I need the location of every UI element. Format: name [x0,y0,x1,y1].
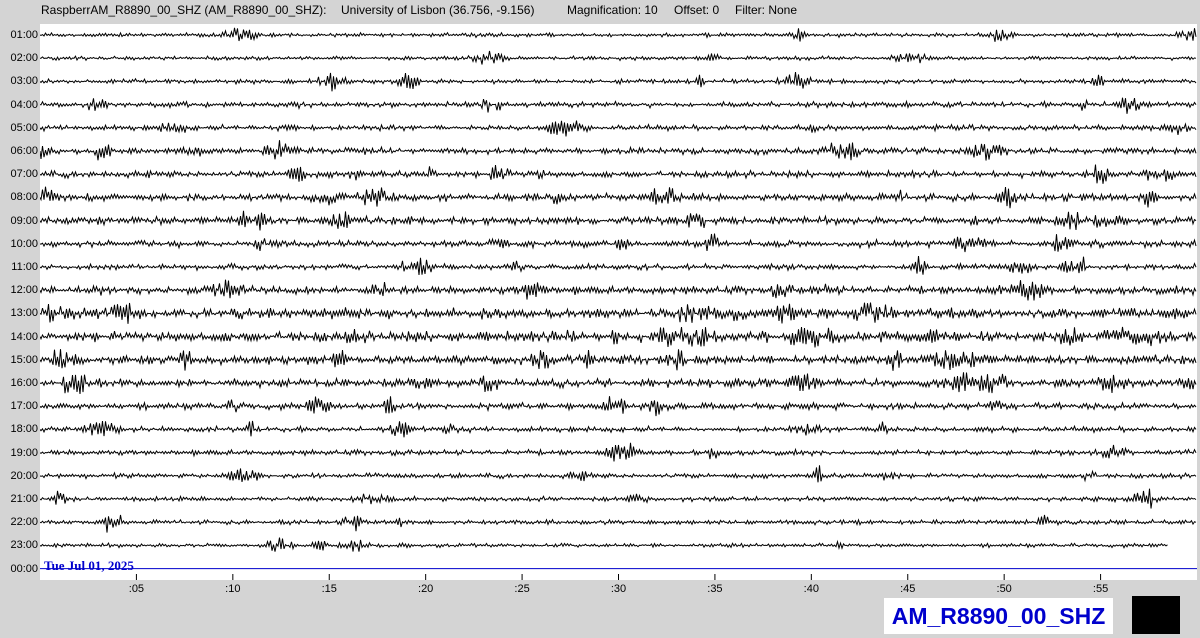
hour-label: 18:00 [10,423,38,436]
hour-label: 12:00 [10,284,38,297]
hour-label: 08:00 [10,191,38,204]
seismic-trace [40,120,1197,137]
seismic-trace [40,349,1197,371]
hour-label: 23:00 [10,539,38,552]
minute-label: :40 [803,583,819,595]
date-label: Tue Jul 01, 2025 [44,558,134,573]
minute-label: :15 [321,583,337,595]
hour-label: 01:00 [10,29,38,41]
seismic-trace [40,372,1197,395]
station-name-box: AM_R8890_00_SHZ [884,598,1113,634]
hour-label: 15:00 [10,353,38,366]
minute-label: :35 [707,583,723,595]
offset-label: Offset: 0 [674,3,720,17]
seismic-trace [40,97,1197,114]
filter-label: Filter: None [735,3,798,17]
hour-label: 21:00 [10,493,38,505]
seismic-trace [40,326,1197,348]
hour-label: 09:00 [10,214,38,227]
hour-label: 20:00 [10,469,38,482]
station-title: RaspberrAM_R8890_00_SHZ (AM_R8890_00_SHZ… [41,3,327,17]
minute-label: :30 [610,583,627,595]
scale-indicator [1132,596,1180,634]
hour-label: 03:00 [10,75,38,88]
hour-label: 10:00 [10,237,38,250]
minute-label: :55 [1092,583,1109,595]
hour-label: 17:00 [10,400,38,413]
header-bar: RaspberrAM_R8890_00_SHZ (AM_R8890_00_SHZ… [0,0,1200,20]
minute-label: :50 [996,583,1012,595]
hour-label: 07:00 [10,168,38,181]
minute-label: :05 [128,583,145,595]
hour-label: 11:00 [11,261,38,273]
hour-label: 22:00 [10,516,38,529]
seismic-trace [40,420,1197,438]
hour-label: 06:00 [10,145,38,157]
seismic-trace [40,465,1197,483]
hour-label: 16:00 [10,377,38,389]
location-label: University of Lisbon (36.756, -9.156) [341,3,535,17]
hour-label: 05:00 [10,121,38,134]
minute-label: :45 [900,583,916,595]
seismic-trace [40,27,1197,42]
helicorder-svg [40,27,1197,580]
seismic-trace [40,72,1197,92]
seismic-trace [40,186,1197,209]
hour-label: 04:00 [10,98,38,111]
seismic-trace [40,302,1197,324]
hour-label: 00:00 [10,562,38,575]
minute-label: :10 [225,583,241,595]
seismic-trace [40,396,1197,417]
seismic-trace [40,233,1197,253]
magnification-label: Magnification: 10 [567,3,658,17]
seismic-trace [40,256,1197,275]
seismic-trace [40,164,1197,184]
helicorder-plot [40,24,1197,580]
hour-label: 02:00 [10,52,38,65]
seismic-trace [40,140,1197,161]
hour-label: 13:00 [10,307,38,320]
seismic-trace [40,279,1197,301]
minute-label: :25 [514,583,530,595]
seismic-trace [40,488,1197,509]
seismic-trace [40,50,1197,65]
hour-label: 14:00 [10,330,38,343]
seismic-trace [40,442,1197,462]
minute-label: :20 [418,583,434,595]
seismic-trace [40,210,1197,231]
seismic-trace [40,537,1168,552]
seismic-trace [40,514,1197,533]
hour-label: 19:00 [10,446,38,459]
